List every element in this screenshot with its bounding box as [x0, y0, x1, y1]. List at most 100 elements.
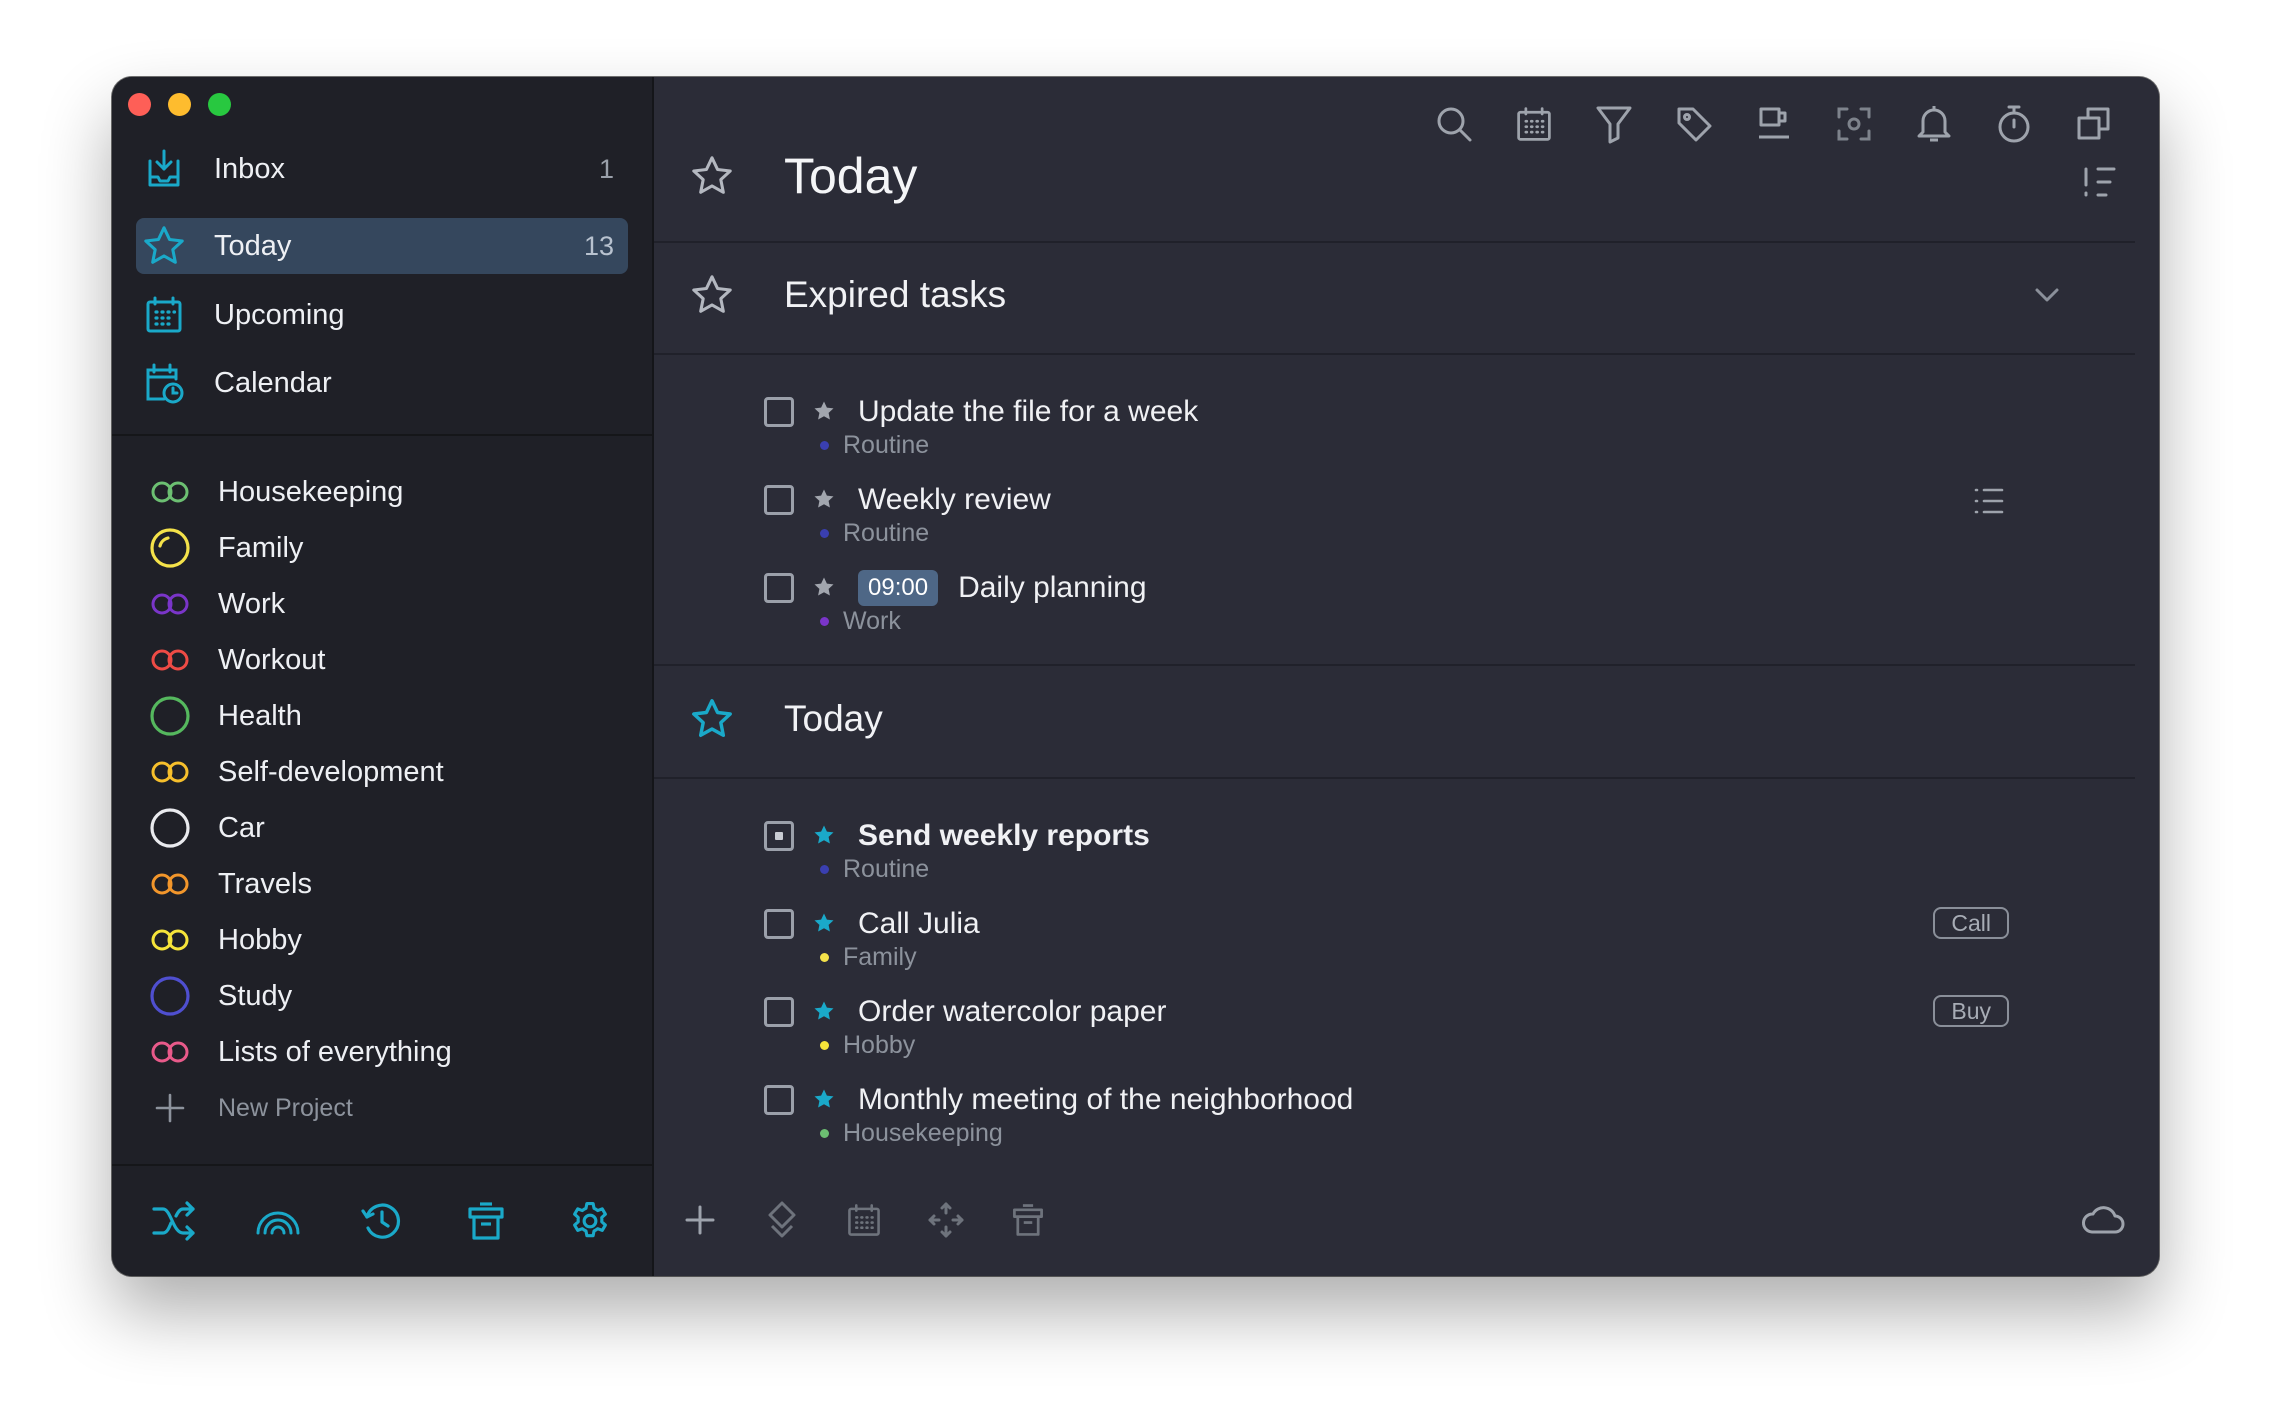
double-ring-icon: [148, 582, 192, 626]
task-row[interactable]: Order watercolor paper Hobby Buy: [764, 991, 2009, 1079]
star-icon[interactable]: [812, 911, 836, 935]
star-icon[interactable]: [812, 399, 836, 423]
project-label: Lists of everything: [218, 1035, 452, 1068]
task-title[interactable]: Weekly review: [858, 479, 1051, 521]
task-checkbox[interactable]: [764, 485, 794, 515]
project-label: Work: [218, 587, 286, 620]
move-icon[interactable]: [918, 1192, 974, 1248]
filter-icon[interactable]: [1587, 97, 1641, 151]
sidebar-item-today[interactable]: Today 13: [136, 218, 628, 274]
duplicate-window-icon[interactable]: [2067, 97, 2121, 151]
project-name: Hobby: [843, 1031, 916, 1059]
project-label: Housekeeping: [218, 475, 404, 508]
zoom-window-button[interactable]: [208, 93, 231, 116]
double-ring-icon: [148, 918, 192, 962]
project-dot: [820, 953, 829, 962]
stopwatch-icon[interactable]: [1987, 97, 2041, 151]
trash-icon[interactable]: [1000, 1192, 1056, 1248]
new-project-button[interactable]: New Project: [148, 1083, 628, 1133]
task-row[interactable]: 09:00 Daily planning Work: [764, 567, 2009, 655]
sidebar-project-travels[interactable]: Travels: [148, 859, 628, 909]
task-row[interactable]: Weekly review Routine: [764, 479, 2009, 567]
double-ring-icon: [148, 862, 192, 906]
search-icon[interactable]: [1427, 97, 1481, 151]
close-window-button[interactable]: [128, 93, 151, 116]
sidebar-item-inbox[interactable]: Inbox 1: [136, 141, 628, 197]
task-checkbox[interactable]: [764, 1085, 794, 1115]
task-title[interactable]: 09:00 Daily planning: [858, 567, 1147, 609]
calendar-icon[interactable]: [1507, 97, 1561, 151]
minimize-window-button[interactable]: [168, 93, 191, 116]
task-title[interactable]: Update the file for a week: [858, 391, 1198, 433]
sidebar-item-upcoming[interactable]: Upcoming: [136, 287, 628, 343]
sidebar-project-hobby[interactable]: Hobby: [148, 915, 628, 965]
star-icon[interactable]: [812, 999, 836, 1023]
progress-circle-icon: [148, 526, 192, 570]
task-project: Routine: [820, 855, 929, 884]
sidebar-project-family[interactable]: Family: [148, 523, 628, 573]
star-icon: [684, 267, 740, 323]
add-icon[interactable]: [672, 1192, 728, 1248]
task-tag[interactable]: Buy: [1933, 995, 2009, 1027]
trash-icon[interactable]: [458, 1193, 514, 1249]
sidebar-project-self-development[interactable]: Self-development: [148, 747, 628, 797]
task-checkbox[interactable]: [764, 821, 794, 851]
chevron-down-icon[interactable]: [2027, 275, 2067, 315]
sidebar-project-car[interactable]: Car: [148, 803, 628, 853]
star-icon[interactable]: [812, 1087, 836, 1111]
bell-icon[interactable]: [1907, 97, 1961, 151]
sidebar-project-study[interactable]: Study: [148, 971, 628, 1021]
task-title[interactable]: Order watercolor paper: [858, 991, 1166, 1033]
focus-icon[interactable]: [1827, 97, 1881, 151]
priority-sort-icon[interactable]: [2075, 157, 2125, 207]
cloud-sync-icon[interactable]: [2075, 1192, 2131, 1248]
tag-icon[interactable]: [1667, 97, 1721, 151]
circle-icon: [148, 694, 192, 738]
star-icon[interactable]: [812, 575, 836, 599]
task-checkbox[interactable]: [764, 909, 794, 939]
project-dot: [820, 617, 829, 626]
sidebar-bottom-bar: [112, 1166, 652, 1276]
main-bottom-bar: [654, 1166, 2159, 1276]
section-header-expired[interactable]: Expired tasks: [684, 267, 1006, 323]
star-icon: [136, 218, 192, 274]
sidebar-project-lists-of-everything[interactable]: Lists of everything: [148, 1027, 628, 1077]
coffee-cup-icon[interactable]: [1747, 97, 1801, 151]
time-badge: 09:00: [858, 570, 939, 606]
sidebar-project-workout[interactable]: Workout: [148, 635, 628, 685]
settings-gear-icon[interactable]: [562, 1193, 618, 1249]
priority-icon[interactable]: [754, 1192, 810, 1248]
sidebar-item-label: Upcoming: [214, 298, 345, 331]
task-checkbox[interactable]: [764, 997, 794, 1027]
project-label: Health: [218, 699, 302, 732]
toolbar: [1427, 97, 2121, 151]
task-row[interactable]: Send weekly reports Routine: [764, 815, 2009, 903]
task-row[interactable]: Monthly meeting of the neighborhood Hous…: [764, 1079, 2009, 1167]
task-row[interactable]: Update the file for a week Routine: [764, 391, 2009, 479]
checklist-icon[interactable]: [1969, 481, 2009, 521]
task-checkbox[interactable]: [764, 573, 794, 603]
task-checkbox[interactable]: [764, 397, 794, 427]
sidebar-item-calendar[interactable]: Calendar: [136, 355, 628, 411]
task-project: Housekeeping: [820, 1119, 1003, 1148]
shuffle-icon[interactable]: [146, 1193, 202, 1249]
sidebar-project-housekeeping[interactable]: Housekeeping: [148, 467, 628, 517]
task-title[interactable]: Send weekly reports: [858, 815, 1150, 857]
page-header: Today: [684, 147, 917, 205]
sidebar-project-work[interactable]: Work: [148, 579, 628, 629]
section-header-today[interactable]: Today: [684, 691, 883, 747]
task-row[interactable]: Call Julia Family Call: [764, 903, 2009, 991]
task-tag[interactable]: Call: [1933, 907, 2009, 939]
star-icon[interactable]: [812, 487, 836, 511]
schedule-icon[interactable]: [836, 1192, 892, 1248]
section-title: Today: [784, 698, 883, 739]
task-title[interactable]: Monthly meeting of the neighborhood: [858, 1079, 1353, 1121]
star-icon: [684, 691, 740, 747]
history-icon[interactable]: [354, 1193, 410, 1249]
rainbow-icon[interactable]: [250, 1193, 306, 1249]
star-icon[interactable]: [812, 823, 836, 847]
sidebar-project-health[interactable]: Health: [148, 691, 628, 741]
count-badge: 1: [598, 153, 614, 184]
task-title[interactable]: Call Julia: [858, 903, 980, 945]
project-label: Hobby: [218, 923, 302, 956]
